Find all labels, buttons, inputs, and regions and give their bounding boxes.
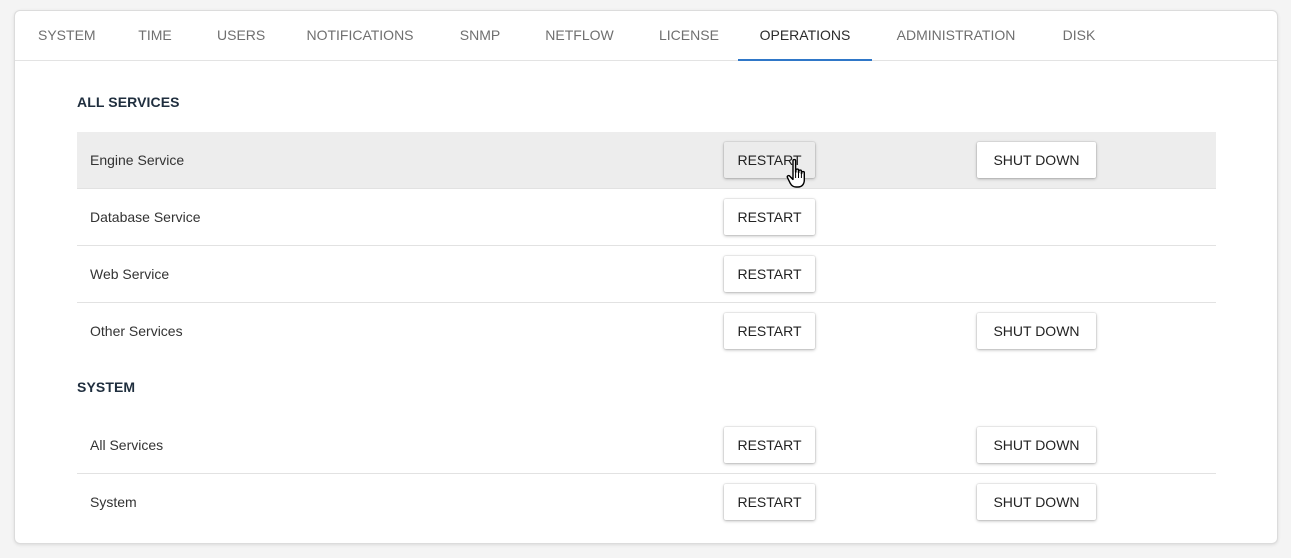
system-row-all-services: All Services RESTART SHUT DOWN: [77, 417, 1216, 474]
settings-panel: SYSTEM TIME USERS NOTIFICATIONS SNMP NET…: [14, 10, 1278, 544]
system-row-system: System RESTART SHUT DOWN: [77, 474, 1216, 531]
service-label: Database Service: [90, 209, 201, 225]
shutdown-other-button[interactable]: SHUT DOWN: [977, 313, 1096, 349]
service-row-engine: Engine Service RESTART SHUT DOWN: [77, 132, 1216, 189]
shutdown-system-button[interactable]: SHUT DOWN: [977, 484, 1096, 520]
restart-web-button[interactable]: RESTART: [724, 256, 815, 292]
tab-license[interactable]: LICENSE: [659, 11, 719, 60]
service-row-web: Web Service RESTART: [77, 246, 1216, 303]
restart-other-button[interactable]: RESTART: [724, 313, 815, 349]
tab-notifications[interactable]: NOTIFICATIONS: [306, 11, 414, 60]
restart-system-button[interactable]: RESTART: [724, 484, 815, 520]
tab-users[interactable]: USERS: [217, 11, 265, 60]
restart-engine-button[interactable]: RESTART: [724, 142, 815, 178]
shutdown-engine-button[interactable]: SHUT DOWN: [977, 142, 1096, 178]
shutdown-all-services-button[interactable]: SHUT DOWN: [977, 427, 1096, 463]
service-label: Other Services: [90, 323, 183, 339]
section-title-all-services: ALL SERVICES: [77, 94, 180, 110]
service-label: All Services: [90, 437, 164, 453]
service-label: Engine Service: [90, 152, 185, 168]
restart-all-services-button[interactable]: RESTART: [724, 427, 815, 463]
tab-administration[interactable]: ADMINISTRATION: [895, 11, 1017, 60]
tab-operations[interactable]: OPERATIONS: [738, 11, 872, 61]
section-title-system: SYSTEM: [77, 379, 136, 395]
tab-time[interactable]: TIME: [137, 11, 173, 60]
tab-disk[interactable]: DISK: [1061, 11, 1097, 60]
service-row-other: Other Services RESTART SHUT DOWN: [77, 303, 1216, 360]
tab-system[interactable]: SYSTEM: [38, 11, 96, 60]
tab-snmp[interactable]: SNMP: [459, 11, 501, 60]
tab-bar: SYSTEM TIME USERS NOTIFICATIONS SNMP NET…: [15, 11, 1277, 61]
service-label: System: [90, 494, 137, 510]
restart-database-button[interactable]: RESTART: [724, 199, 815, 235]
service-row-database: Database Service RESTART: [77, 189, 1216, 246]
service-label: Web Service: [90, 266, 170, 282]
tab-netflow[interactable]: NETFLOW: [545, 11, 614, 60]
